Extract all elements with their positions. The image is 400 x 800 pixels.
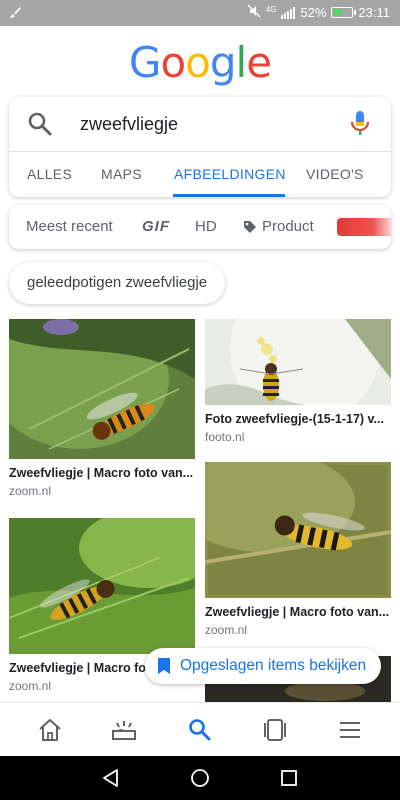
logo-letter: e [246,38,272,87]
tab-all[interactable]: ALLES [27,166,72,182]
logo-letter: o [160,38,186,87]
google-logo: Google [0,38,400,87]
tag-icon [244,221,256,233]
microphone-icon[interactable] [349,110,371,136]
discover-icon[interactable] [111,717,137,743]
battery-icon [331,7,357,18]
color-filter-chip[interactable] [337,218,391,236]
home-icon[interactable] [37,717,63,743]
result-image[interactable] [205,319,391,405]
tab-maps[interactable]: MAPS [101,166,142,182]
clock: 23:11 [358,5,390,20]
result-caption[interactable]: Zweefvliegje | Macro foto van... [9,466,195,480]
result-source: footo.nl [205,430,245,444]
saved-items-button[interactable]: Opgeslagen items bekijken [145,648,381,684]
saved-items-label[interactable]: Opgeslagen items bekijken [180,657,366,675]
result-caption[interactable]: Zweefvliegje | Macro foto van... [205,605,391,619]
system-navigation [0,756,400,800]
tab-videos[interactable]: VIDEO'S [306,166,364,182]
filter-hd[interactable]: HD [195,218,217,235]
home-system-icon[interactable] [189,767,211,789]
menu-icon[interactable] [337,717,363,743]
filter-bar: Meest recent GIF HD Product [9,205,391,249]
mute-icon [247,4,261,21]
tabs-icon[interactable] [262,717,288,743]
logo-letter: G [128,38,162,87]
back-icon[interactable] [100,767,122,789]
battery-fill [333,9,343,15]
bookmark-icon [158,658,170,674]
result-item[interactable]: Zweefvliegje | Macro foto van... zoom.nl [9,319,195,498]
related-search-chip[interactable]: geleedpotigen zweefvliegje [9,262,226,304]
logo-letter: l [235,38,248,87]
battery-percent: 52% [300,5,327,20]
network-type: 4G [265,5,277,14]
result-image[interactable] [9,518,195,654]
filter-product[interactable]: Product [262,218,314,235]
search-input[interactable]: zweefvliegje [80,114,178,135]
result-source: zoom.nl [205,623,248,637]
search-icon[interactable] [27,111,53,137]
result-image[interactable] [9,319,195,459]
result-image[interactable] [205,462,391,598]
status-bar: 4G 52% 23:11 [0,0,400,26]
recents-icon[interactable] [278,767,300,789]
active-tab-indicator [173,194,285,197]
search-card: zweefvliegje ALLES MAPS AFBEELDINGEN VID… [9,97,391,197]
search-bar[interactable]: zweefvliegje [9,97,391,151]
filter-recent[interactable]: Meest recent [26,218,113,235]
search-tabs: ALLES MAPS AFBEELDINGEN VIDEO'S [9,152,391,197]
result-source: zoom.nl [9,484,52,498]
search-nav-icon[interactable] [187,717,213,743]
result-item[interactable]: Foto zweefvliegje-(15-1-17) v... footo.n… [205,319,391,444]
bottom-navigation [0,702,400,756]
result-item[interactable]: Zweefvliegje | Macro foto van... zoom.nl [205,462,391,637]
filter-gif[interactable]: GIF [142,218,170,235]
logo-letter: o [185,38,211,87]
signal-icon [281,6,296,19]
brush-icon [8,5,22,22]
logo-letter: g [209,38,237,87]
tab-images[interactable]: AFBEELDINGEN [174,166,286,182]
result-caption[interactable]: Foto zweefvliegje-(15-1-17) v... [205,412,391,426]
